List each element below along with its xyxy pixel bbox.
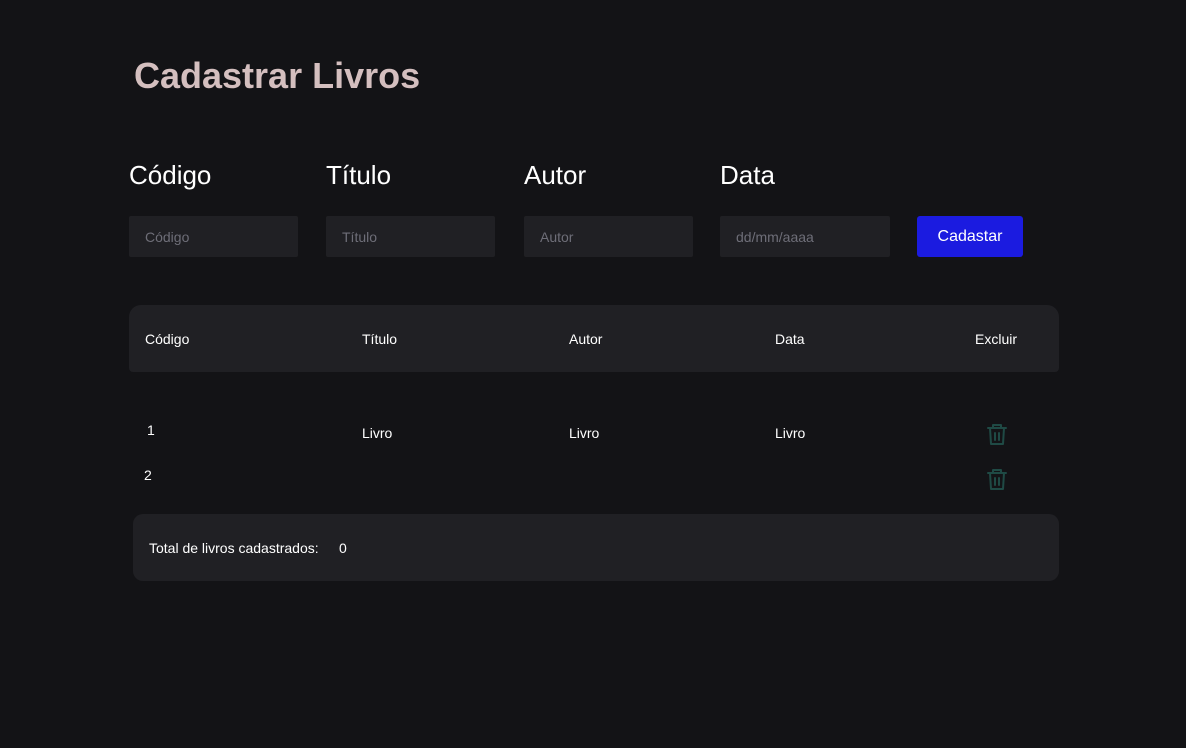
codigo-input[interactable] — [129, 216, 298, 257]
total-panel: Total de livros cadastrados: 0 — [133, 514, 1059, 581]
autor-input[interactable] — [524, 216, 693, 257]
autor-label: Autor — [524, 160, 587, 190]
page-title: Cadastrar Livros — [134, 55, 421, 96]
total-label: Total de livros cadastrados: — [149, 540, 319, 556]
data-label: Data — [720, 160, 775, 190]
titulo-input[interactable] — [326, 216, 495, 257]
header-codigo: Código — [145, 331, 190, 347]
row-codigo: 1 — [147, 422, 155, 438]
data-input[interactable] — [720, 216, 890, 257]
cadastrar-button[interactable]: Cadastar — [917, 216, 1023, 257]
row-autor: Livro — [569, 425, 600, 441]
header-excluir: Excluir — [975, 331, 1018, 347]
row-codigo: 2 — [144, 467, 152, 483]
header-titulo: Título — [362, 331, 398, 347]
total-count: 0 — [339, 540, 347, 556]
table-header: Código Título Autor Data Excluir — [129, 305, 1059, 372]
row-titulo: Livro — [362, 425, 393, 441]
codigo-label: Código — [129, 160, 212, 190]
trash-icon[interactable] — [986, 467, 1008, 491]
header-autor: Autor — [569, 331, 603, 347]
trash-icon[interactable] — [986, 422, 1008, 446]
header-data: Data — [775, 331, 805, 347]
row-data: Livro — [775, 425, 806, 441]
titulo-label: Título — [326, 160, 392, 190]
page: Cadastrar Livros Código Título Autor Dat… — [0, 0, 1186, 748]
